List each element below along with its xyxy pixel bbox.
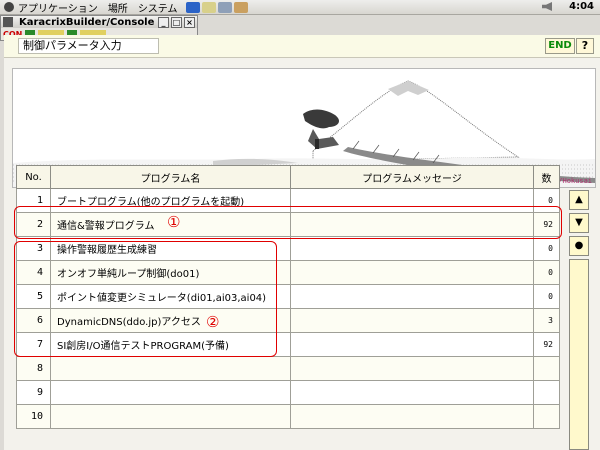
header-bar: 制御パラメータ入力 END ? [4, 35, 600, 58]
count-cell[interactable] [533, 380, 560, 405]
count-cell[interactable]: 0 [533, 284, 560, 309]
program-message-cell[interactable] [290, 356, 534, 381]
count-cell[interactable]: 3 [533, 308, 560, 333]
table-row[interactable]: 10 [16, 404, 560, 429]
program-message-cell[interactable] [290, 260, 534, 285]
col-header-program-message[interactable]: プログラムメッセージ [290, 165, 534, 189]
program-message-cell[interactable] [290, 284, 534, 309]
program-message-cell[interactable] [290, 332, 534, 357]
page-title: 制御パラメータ入力 [18, 38, 159, 54]
col-header-program-name[interactable]: プログラム名 [50, 165, 291, 189]
program-name-cell[interactable] [50, 404, 291, 429]
menu-places[interactable]: 場所 [108, 0, 128, 15]
gnome-foot-icon[interactable] [4, 2, 14, 12]
side-scroll-track[interactable] [569, 259, 589, 450]
browser-launcher-icon[interactable] [185, 1, 200, 13]
help-button[interactable]: ? [576, 38, 594, 54]
annotation-label-1: ① [167, 213, 181, 231]
program-message-cell[interactable] [290, 236, 534, 261]
table-header-row: No. プログラム名 プログラムメッセージ 数 [16, 165, 560, 189]
count-cell[interactable]: 92 [533, 332, 560, 357]
volume-icon[interactable] [542, 2, 552, 11]
row-number[interactable]: 10 [16, 404, 51, 429]
table-row[interactable]: 9 [16, 380, 560, 405]
menu-applications[interactable]: アプリケーション [18, 0, 98, 15]
close-button[interactable]: × [184, 16, 195, 28]
program-message-cell[interactable] [290, 404, 534, 429]
office-launcher-icon[interactable] [217, 1, 232, 13]
maximize-button[interactable]: □ [171, 16, 182, 28]
table-row[interactable]: 8 [16, 356, 560, 381]
program-message-cell[interactable] [290, 380, 534, 405]
count-cell[interactable]: 0 [533, 236, 560, 261]
scroll-down-button[interactable]: ▼ [569, 213, 589, 233]
panel-launchers [185, 1, 248, 13]
console-titlebar[interactable]: KaracrixBuilder/Console _ □ × [1, 16, 197, 28]
count-cell[interactable]: 0 [533, 260, 560, 285]
col-header-count[interactable]: 数 [533, 165, 560, 189]
minimize-button[interactable]: _ [158, 16, 169, 28]
annotation-box-1 [14, 206, 562, 239]
row-number[interactable]: 9 [16, 380, 51, 405]
program-name-cell[interactable] [50, 380, 291, 405]
main-window: 制御パラメータ入力 END ? No. プログラム名 プログラムメッセージ 数 … [4, 35, 600, 450]
select-dot-button[interactable]: ● [569, 236, 589, 256]
top-panel: アプリケーション 場所 システム 4:04 [0, 0, 600, 15]
program-name-cell[interactable] [50, 356, 291, 381]
end-button[interactable]: END [545, 38, 575, 54]
app-window-icon [3, 17, 13, 27]
mail-launcher-icon[interactable] [201, 1, 216, 13]
col-header-no[interactable]: No. [16, 165, 51, 189]
folder-launcher-icon[interactable] [233, 1, 248, 13]
row-number[interactable]: 8 [16, 356, 51, 381]
scroll-up-button[interactable]: ▲ [569, 190, 589, 210]
console-window-title: KaracrixBuilder/Console [19, 16, 155, 28]
program-message-cell[interactable] [290, 308, 534, 333]
annotation-label-2: ② [206, 313, 220, 331]
annotation-box-2 [14, 241, 277, 357]
panel-menu: アプリケーション 場所 システム [4, 0, 178, 15]
count-cell[interactable] [533, 356, 560, 381]
menu-system[interactable]: システム [138, 0, 178, 15]
panel-clock[interactable]: 4:04 [569, 1, 594, 12]
count-cell[interactable] [533, 404, 560, 429]
